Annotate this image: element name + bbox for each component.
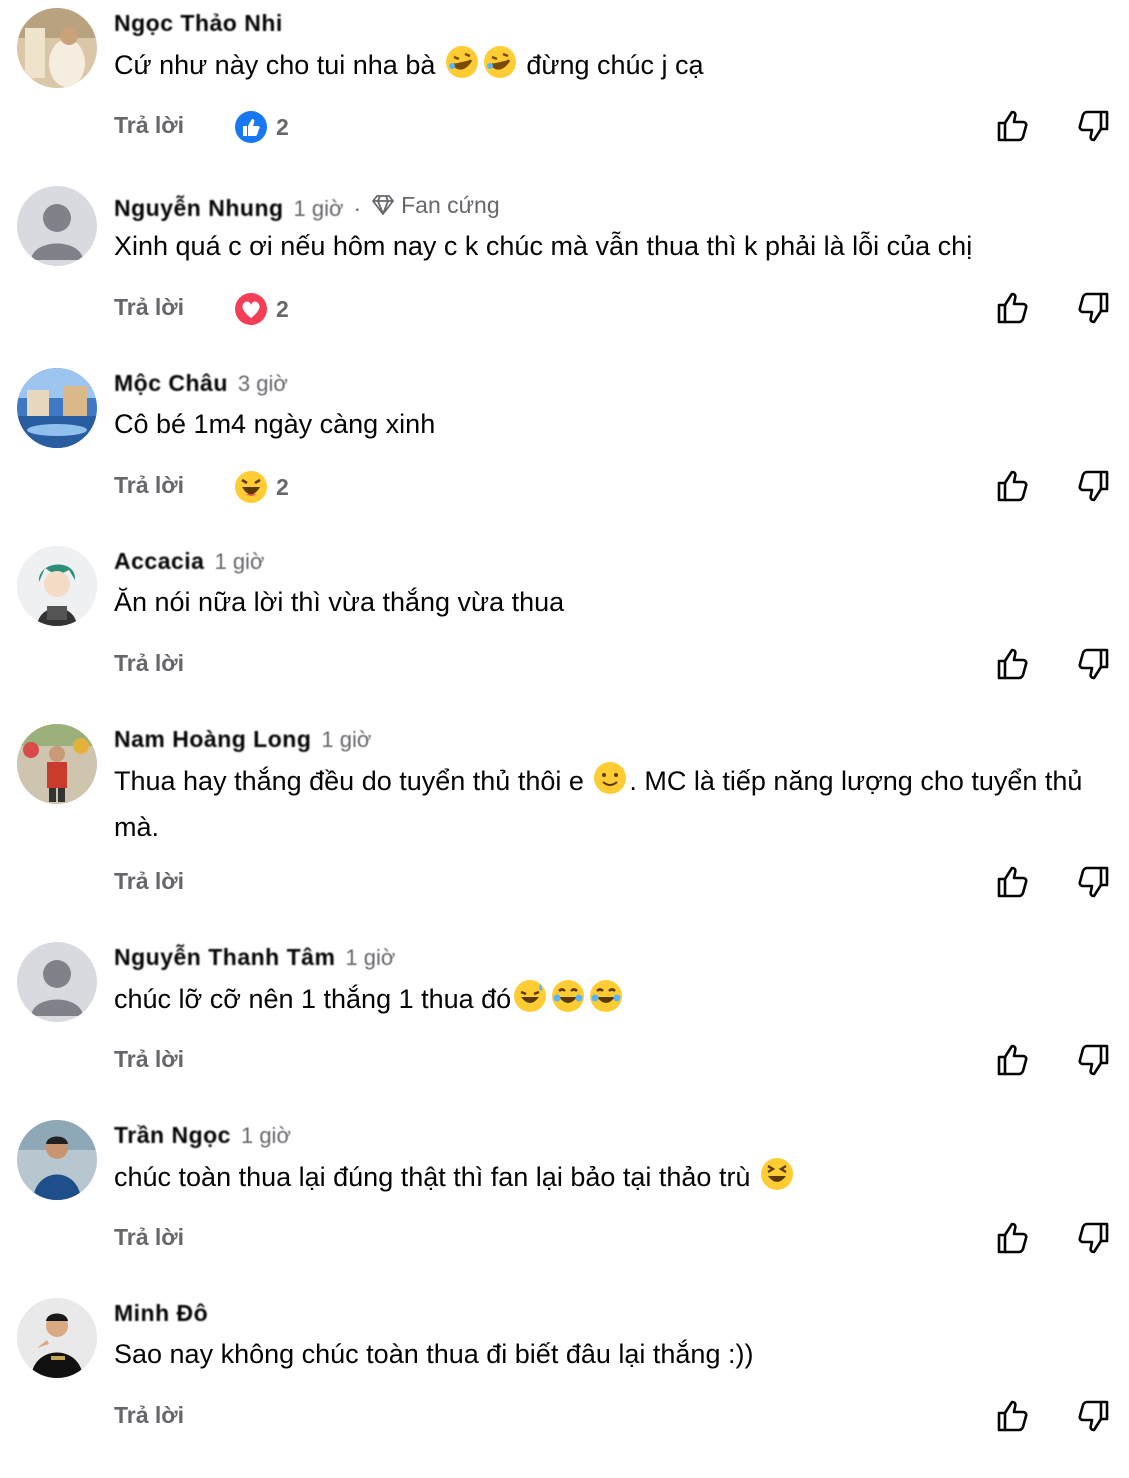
comment-time[interactable]: 1 giờ: [321, 725, 371, 755]
thumbs-up-icon[interactable]: [995, 468, 1031, 509]
reply-button[interactable]: Trả lời: [114, 868, 184, 895]
diamond-icon: [372, 195, 395, 215]
comment-text: Sao nay không chúc toàn thua đi biết đâu…: [114, 1339, 754, 1369]
comment-time[interactable]: 1 giờ: [214, 547, 264, 577]
comment-text: Thua hay thắng đều do tuyển thủ thôi e .…: [114, 760, 1104, 847]
avatar[interactable]: [17, 1298, 97, 1378]
reply-button[interactable]: Trả lời: [114, 294, 184, 321]
reaction-count: 2: [276, 295, 289, 322]
thumbs-down-icon[interactable]: [1075, 108, 1111, 149]
avatar[interactable]: [17, 1120, 97, 1200]
thumbs-down-icon[interactable]: [1075, 290, 1111, 331]
reaction-summary[interactable]: 2: [234, 110, 289, 144]
reaction-summary[interactable]: 2: [234, 470, 289, 504]
comment-header: Nguyễn Nhung 1 giờ · Fan cứng: [114, 190, 500, 223]
thumbs-down-icon[interactable]: [1075, 646, 1111, 687]
thumbs-down-icon[interactable]: [1075, 1042, 1111, 1083]
comment-header: Accacia 1 giờ: [114, 546, 264, 576]
haha-reaction-icon: [234, 470, 268, 504]
thumbs-up-icon[interactable]: [995, 1220, 1031, 1261]
sweat-smile-emoji-icon: [512, 978, 548, 1025]
comment-header: Mộc Châu 3 giờ: [114, 368, 288, 398]
thumbs-up-icon[interactable]: [995, 864, 1031, 905]
reply-button[interactable]: Trả lời: [114, 1046, 184, 1073]
like-reaction-icon: [234, 110, 268, 144]
avatar[interactable]: [17, 546, 97, 626]
tears-of-joy-emoji-icon: [550, 978, 586, 1025]
comment-text: Xinh quá c ơi nếu hôm nay c k chúc mà vẫ…: [114, 231, 973, 261]
rofl-emoji-icon: [482, 44, 518, 91]
avatar[interactable]: [17, 186, 97, 266]
smile-emoji-icon: [592, 760, 628, 807]
comment-time[interactable]: 1 giờ: [241, 1121, 291, 1151]
author-name[interactable]: Minh Đô: [114, 1298, 208, 1328]
comment-time[interactable]: 3 giờ: [238, 369, 288, 399]
thumbs-down-icon[interactable]: [1075, 864, 1111, 905]
avatar[interactable]: [17, 942, 97, 1022]
reply-button[interactable]: Trả lời: [114, 1402, 184, 1429]
comment-header: Minh Đô: [114, 1298, 208, 1328]
avatar[interactable]: [17, 8, 97, 88]
thumbs-down-icon[interactable]: [1075, 1220, 1111, 1261]
author-name[interactable]: Accacia: [114, 546, 204, 576]
tears-of-joy-emoji-icon: [588, 978, 624, 1025]
author-name[interactable]: Mộc Châu: [114, 368, 228, 398]
comment-text: chúc lỡ cỡ nên 1 thắng 1 thua đó: [114, 978, 1104, 1025]
thumbs-up-icon[interactable]: [995, 1398, 1031, 1439]
thumbs-up-icon[interactable]: [995, 646, 1031, 687]
comment-header: Nam Hoàng Long 1 giờ: [114, 724, 371, 754]
avatar[interactable]: [17, 724, 97, 804]
thumbs-down-icon[interactable]: [1075, 468, 1111, 509]
thumbs-down-icon[interactable]: [1075, 1398, 1111, 1439]
avatar[interactable]: [17, 368, 97, 448]
comment-text: Cứ như này cho tui nha bà đừng chúc j cạ: [114, 44, 1104, 91]
thumbs-up-icon[interactable]: [995, 108, 1031, 149]
reaction-count: 2: [276, 473, 289, 500]
reaction-count: 2: [276, 113, 289, 140]
comment-time[interactable]: 1 giờ: [345, 943, 395, 973]
author-name[interactable]: Trần Ngọc: [114, 1120, 231, 1150]
thumbs-up-icon[interactable]: [995, 290, 1031, 331]
comment-text: Ăn nói nữa lời thì vừa thắng vừa thua: [114, 587, 565, 617]
comment-header: Nguyễn Thanh Tâm 1 giờ: [114, 942, 395, 972]
fan-badge: Fan cứng: [371, 190, 500, 220]
comment-header: Trần Ngọc 1 giờ: [114, 1120, 291, 1150]
comment-text: Cô bé 1m4 ngày càng xinh: [114, 409, 436, 439]
comment-header: Ngọc Thảo Nhi: [114, 8, 283, 38]
rofl-emoji-icon: [444, 44, 480, 91]
author-name[interactable]: Nguyễn Nhung: [114, 193, 284, 223]
author-name[interactable]: Nguyễn Thanh Tâm: [114, 942, 335, 972]
author-name[interactable]: Ngọc Thảo Nhi: [114, 8, 283, 38]
reply-button[interactable]: Trả lời: [114, 650, 184, 677]
reply-button[interactable]: Trả lời: [114, 1224, 184, 1251]
thumbs-up-icon[interactable]: [995, 1042, 1031, 1083]
comment-time[interactable]: 1 giờ: [294, 194, 344, 224]
laughing-emoji-icon: [759, 1156, 795, 1203]
author-name[interactable]: Nam Hoàng Long: [114, 724, 311, 754]
reply-button[interactable]: Trả lời: [114, 472, 184, 499]
reply-button[interactable]: Trả lời: [114, 112, 184, 139]
comment-text: chúc toàn thua lại đúng thật thì fan lại…: [114, 1156, 1104, 1203]
love-reaction-icon: [234, 292, 268, 326]
reaction-summary[interactable]: 2: [234, 292, 289, 326]
